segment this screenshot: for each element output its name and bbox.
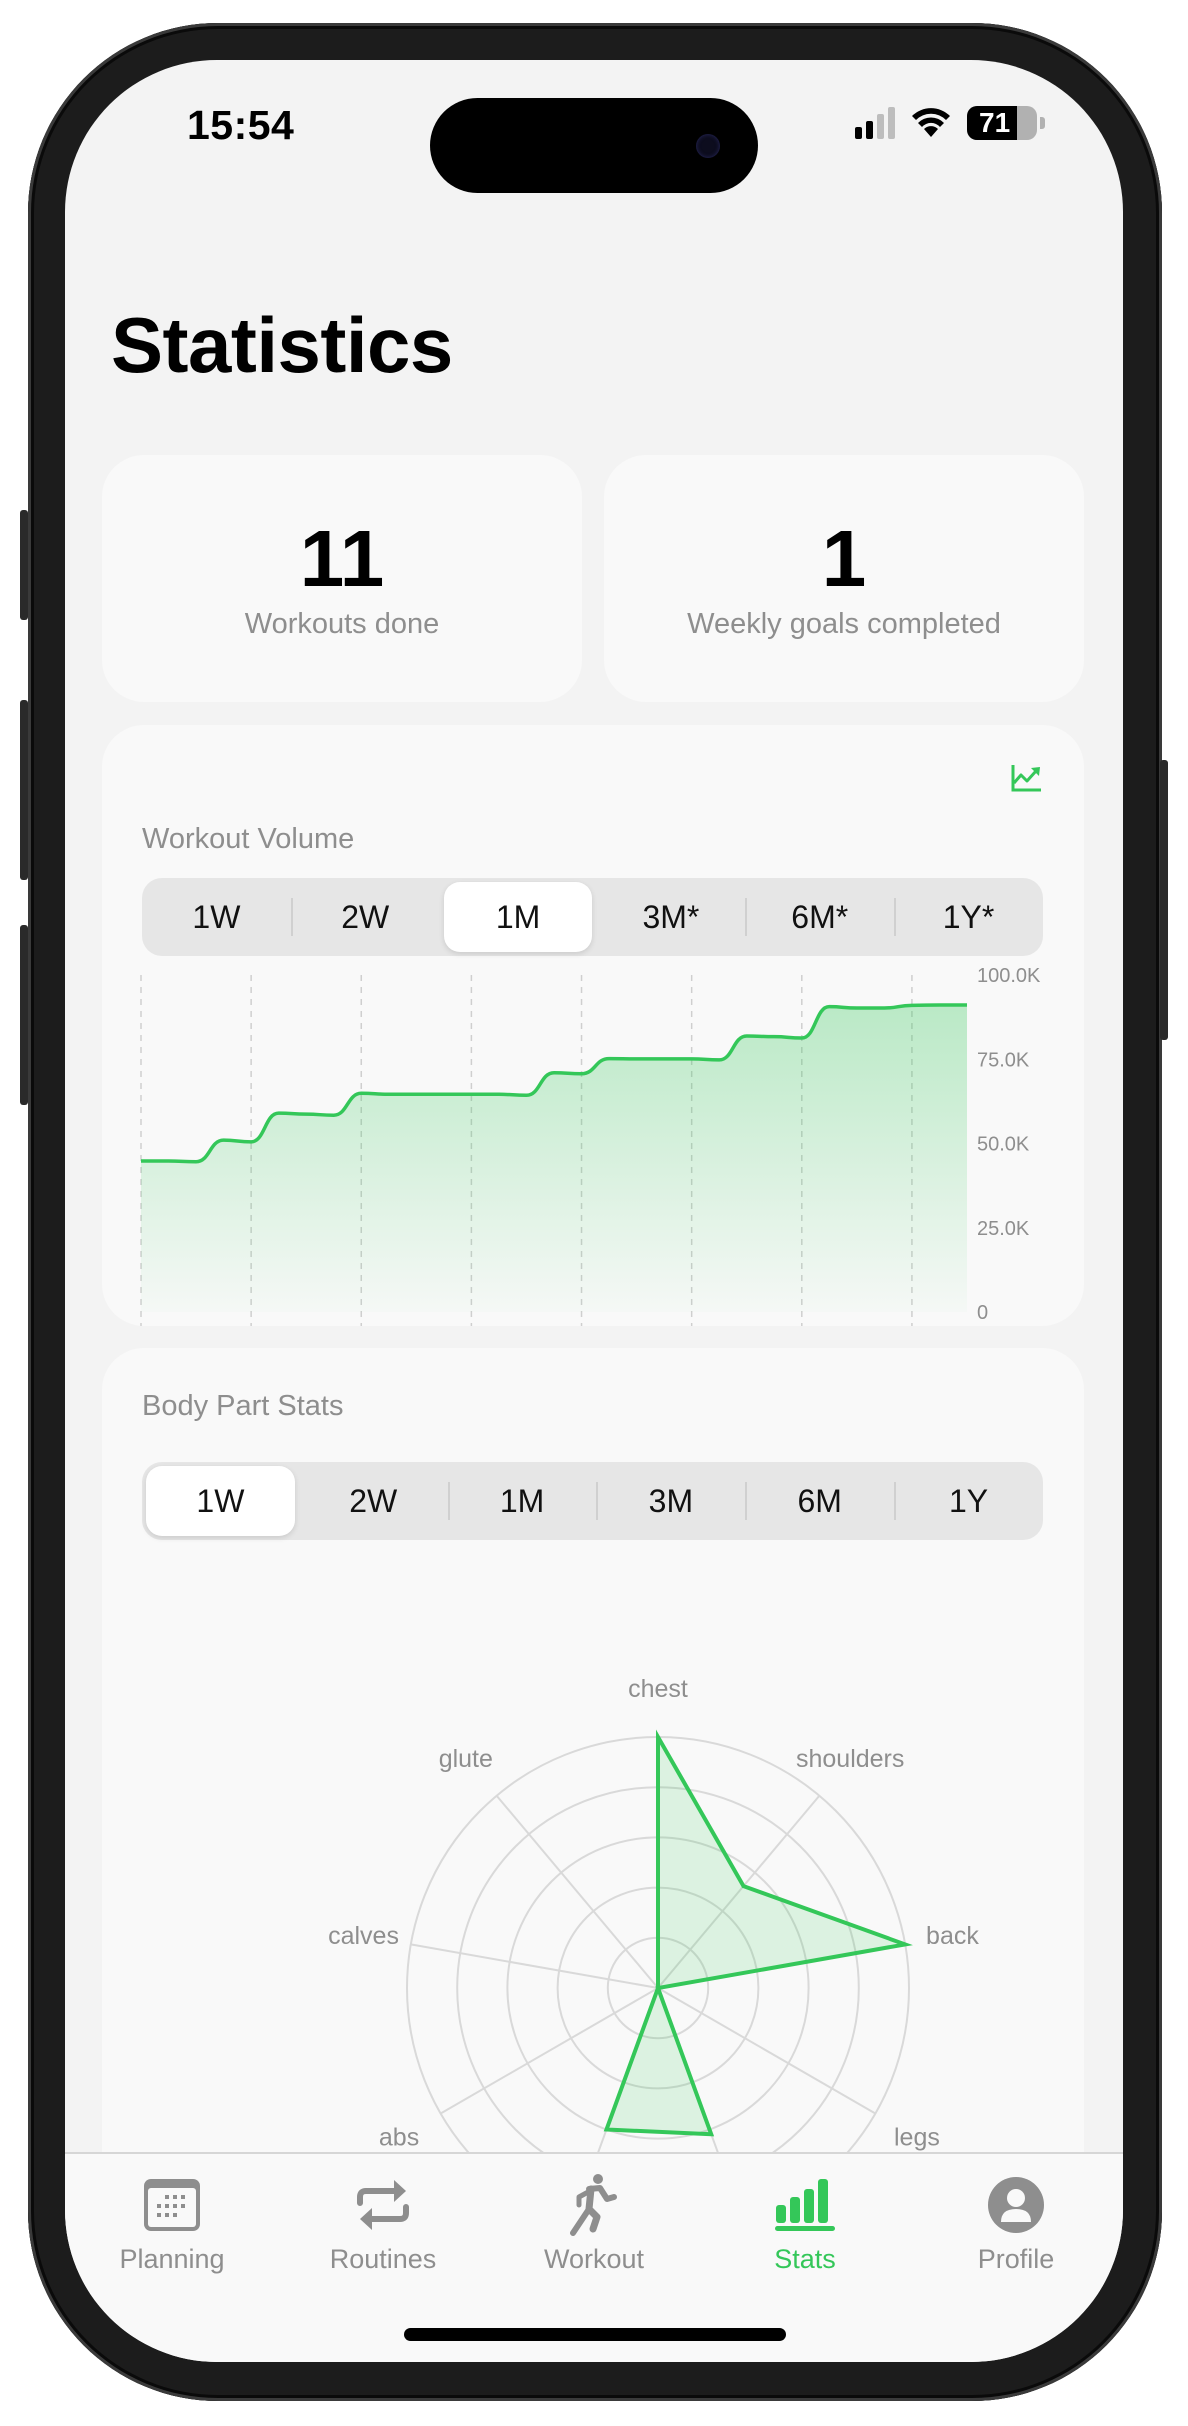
tab-stats[interactable]: Stats bbox=[705, 2168, 905, 2275]
x-tick-label: 2 Dec bbox=[371, 1323, 423, 1326]
status-time: 15:54 bbox=[187, 102, 295, 148]
workout-volume-chart: 24 Nov 28 Nov 2 Dec 6 Dec 10 Dec 14 Dec 18 Dec… bbox=[140, 965, 1041, 1326]
battery-icon: 71 bbox=[967, 106, 1037, 140]
battery-level: 71 bbox=[979, 107, 1011, 138]
x-tick-label: 28 Nov bbox=[261, 1323, 324, 1326]
cellular-signal-icon bbox=[855, 107, 895, 139]
tab-planning[interactable]: Planning bbox=[72, 2168, 272, 2275]
x-tick-label: 14 Dec bbox=[702, 1323, 765, 1326]
y-tick-label: 25.0K bbox=[977, 1218, 1030, 1240]
radar-axis-label: calves bbox=[328, 1922, 399, 1950]
workouts-done-card[interactable]: 11 Workouts done bbox=[102, 455, 582, 702]
y-tick-label: 50.0K bbox=[977, 1134, 1030, 1156]
radar-spoke bbox=[410, 1943, 659, 1989]
y-tick-label: 75.0K bbox=[977, 1049, 1030, 1071]
tab-stats-label: Stats bbox=[774, 2244, 836, 2274]
y-tick-label: 100.0K bbox=[977, 965, 1041, 987]
status-icons: 71 bbox=[855, 106, 1045, 140]
radar-axis-label: abs bbox=[379, 2124, 419, 2152]
running-figure-icon bbox=[570, 2174, 617, 2236]
radar-axis-label: chest bbox=[628, 1675, 688, 1703]
radar-spoke bbox=[495, 1795, 659, 1989]
body-part-stats-card: Body Part Stats 1W 2W 1M 3M 6M 1Y chest should… bbox=[102, 1348, 1084, 2248]
page-title: Statistics bbox=[111, 301, 453, 389]
volume-up-button bbox=[20, 700, 28, 880]
x-tick-label: 22... bbox=[922, 1323, 961, 1326]
y-tick-label: 0 bbox=[977, 1302, 988, 1324]
tab-planning-label: Planning bbox=[119, 2244, 225, 2274]
weekly-goals-label: Weekly goals completed bbox=[687, 608, 1001, 640]
radar-axis-label: back bbox=[926, 1922, 979, 1950]
volume-down-button bbox=[20, 925, 28, 1105]
radar-axis-label: legs bbox=[894, 2124, 940, 2152]
repeat-icon bbox=[357, 2180, 409, 2230]
radar-axis-label: shoulders bbox=[796, 1745, 904, 1773]
radar-axis-label: glute bbox=[439, 1745, 493, 1773]
tab-workout[interactable]: Workout bbox=[494, 2168, 694, 2275]
weekly-goals-value: 1 bbox=[821, 514, 867, 603]
volume-area bbox=[141, 1004, 967, 1312]
camera-icon bbox=[696, 134, 720, 158]
x-tick-label: 6 Dec bbox=[481, 1323, 533, 1326]
home-indicator[interactable] bbox=[404, 2328, 786, 2341]
screen: 15:54 71 Statistics 11 Workouts done 1 W… bbox=[65, 60, 1123, 2362]
profile-circle-icon bbox=[988, 2177, 1044, 2233]
tab-routines[interactable]: Routines bbox=[283, 2168, 483, 2275]
tab-profile[interactable]: Profile bbox=[916, 2168, 1116, 2275]
body-part-radar-chart: chest shoulders back legs abs calves glute bbox=[328, 1675, 979, 2240]
x-tick-label: 10 Dec bbox=[592, 1323, 655, 1326]
dynamic-island bbox=[430, 98, 758, 193]
workouts-done-value: 11 bbox=[299, 514, 385, 603]
bar-chart-icon bbox=[775, 2179, 835, 2231]
tab-profile-label: Profile bbox=[977, 2244, 1055, 2274]
x-tick-label: 18 Dec bbox=[812, 1323, 875, 1326]
workout-volume-card: Workout Volume 1W2W1M3M*6M*1Y* 24 Nov28 … bbox=[102, 725, 1084, 1326]
weekly-goals-card[interactable]: 1 Weekly goals completed bbox=[604, 455, 1084, 702]
x-tick-label: 24 Nov bbox=[151, 1323, 214, 1326]
calendar-icon bbox=[144, 2179, 200, 2231]
power-button bbox=[1160, 760, 1168, 1040]
radar-polygon bbox=[603, 1729, 913, 2137]
workouts-done-label: Workouts done bbox=[244, 608, 440, 640]
tab-workout-label: Workout bbox=[543, 2244, 645, 2274]
tab-routines-label: Routines bbox=[329, 2244, 437, 2274]
wifi-icon bbox=[912, 108, 950, 137]
action-button bbox=[20, 510, 28, 620]
